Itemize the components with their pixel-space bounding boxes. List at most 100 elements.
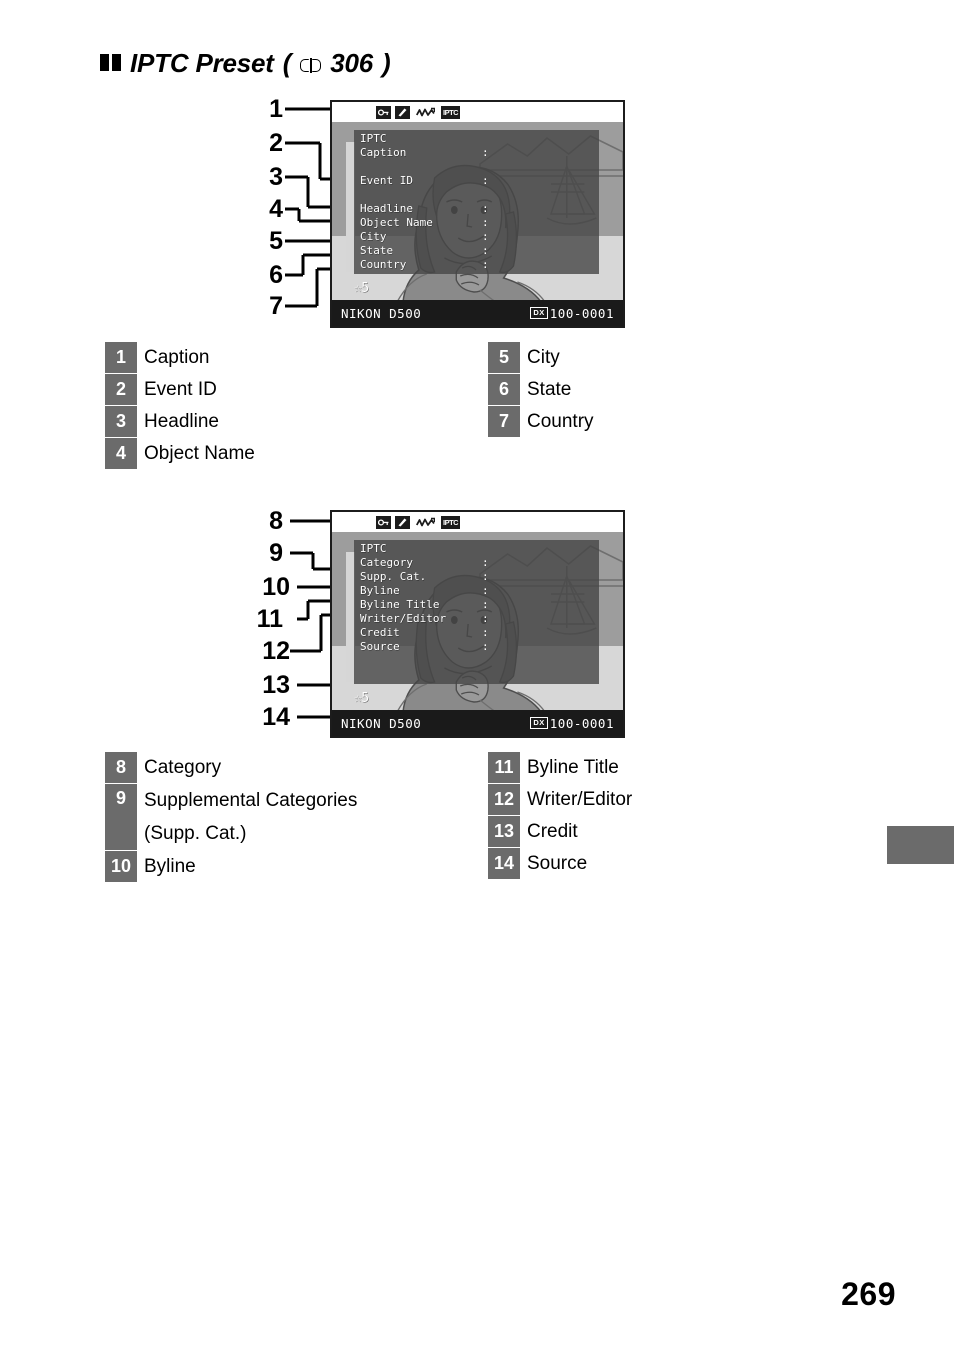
dx-format-badge-1: DX [530,307,548,319]
callout-13: 13 [262,671,290,699]
lcd-field-city: City [360,230,387,243]
legend-label-2: Event ID [144,379,217,400]
lcd-field-state: State [360,244,394,257]
callout-9: 9 [269,539,283,567]
legend-badge-3: 3 [105,406,137,437]
key-protect-icon [376,515,391,529]
page-title: IPTC Preset ( 306 ) [100,48,391,79]
list-item: 13 Credit [488,816,632,847]
list-item: 7 Country [488,406,594,437]
iptc-icon: IPTC [441,105,461,119]
list-item: 8 Category [105,752,357,783]
lcd-field-byline: Byline [360,584,400,597]
legend-badge-12: 12 [488,784,520,815]
histogram-icon [414,516,437,529]
lcd-frame-info-1: DX 100-0001 [530,306,614,321]
lcd-frame-number-2: 100-0001 [549,715,614,731]
lcd-field-writer-editor: Writer/Editor [360,612,447,625]
legend-list-two-right: 11 Byline Title 12 Writer/Editor 13 Cred… [488,752,632,880]
callout-6: 6 [269,261,283,289]
lcd-field-event-id: Event ID [360,174,413,187]
lcd-colon-country: : [482,258,489,271]
lcd-field-byline-title: Byline Title [360,598,440,611]
legend-label-13: Credit [527,821,578,842]
callout-7: 7 [269,292,283,320]
legend-badge-2: 2 [105,374,137,405]
lcd-colon-byline: : [482,584,489,597]
lcd-field-caption: Caption [360,146,407,159]
lcd-field-category: Category [360,556,413,569]
page-number: 269 [841,1276,896,1312]
legend-badge-1: 1 [105,342,137,373]
lcd-colon-credit: : [482,626,489,639]
legend-label-4: Object Name [144,443,255,464]
lcd-colon-state: : [482,244,489,257]
callout-10: 10 [262,573,290,601]
lcd-field-country: Country [360,258,407,271]
lcd-icon-bar-1: IPTC [332,102,623,122]
legend-badge-11: 11 [488,752,520,783]
lcd-colon-object-name: : [482,216,489,229]
legend-label-10: Byline [144,856,196,877]
lcd-iptc-field-overlay-2: IPTC Category : Supp. Cat. : Byline : By… [354,540,599,684]
legend-label-5: City [527,347,560,368]
list-item: 9 Supplemental Categories (Supp. Cat.) [105,784,357,850]
camera-lcd-display-1: IPTC IPTC Caption: Event ID: Headline … [330,100,625,328]
page-title-text: IPTC Preset [130,48,274,78]
lcd-colon-event-id: : [482,174,489,187]
callout-4: 4 [269,195,283,223]
reference-page: 306 [330,48,373,78]
legend-list-one-left: 1 Caption 2 Event ID 3 Headline 4 Object… [105,342,255,470]
legend-badge-13: 13 [488,816,520,847]
lcd-field-headline: Headline [360,202,413,215]
lcd-frame-number-1: 100-0001 [549,305,614,321]
legend-label-14: Source [527,853,588,874]
section-marker-icon [100,54,121,71]
legend-badge-6: 6 [488,374,520,405]
callout-5: 5 [269,227,283,255]
lcd-rating-indicator-2: ☆5 [354,691,369,706]
callout-11: 11 [256,605,283,633]
list-item: 12 Writer/Editor [488,784,632,815]
legend-label-9: Supplemental Categories (Supp. Cat.) [144,790,358,844]
lcd-camera-model-1: NIKON D500 [341,305,422,321]
list-item: 2 Event ID [105,374,255,405]
callout-1: 1 [269,95,283,123]
lcd-status-bar-2: NIKON D500 DX 100-0001 [332,710,623,736]
lcd-rating-indicator-1: ☆5 [354,281,369,296]
lcd-colon-writer-editor: : [482,612,489,625]
legend-badge-14: 14 [488,848,520,879]
callout-2: 2 [269,129,283,157]
key-protect-icon [376,105,391,119]
callout-14: 14 [262,703,290,731]
lcd-overlay-title-1: IPTC [360,132,387,145]
retouch-icon [395,515,410,529]
list-item: 4 Object Name [105,438,255,469]
lcd-colon-city: : [482,230,489,243]
legend-label-6: State [527,379,572,400]
legend-badge-5: 5 [488,342,520,373]
legend-badge-8: 8 [105,752,137,783]
list-item: 6 State [488,374,594,405]
lcd-field-credit: Credit [360,626,400,639]
legend-label-3: Headline [144,411,219,432]
list-item: 1 Caption [105,342,255,373]
legend-badge-7: 7 [488,406,520,437]
callout-numbers-1: 1 2 3 4 5 6 7 [255,95,283,335]
list-item: 11 Byline Title [488,752,632,783]
lcd-iptc-field-overlay-1: IPTC Caption : Event ID : Headline : Obj… [354,130,599,274]
lcd-colon-category: : [482,556,489,569]
legend-list-two-left: 8 Category 9 Supplemental Categories (Su… [105,752,357,883]
lcd-field-object-name: Object Name [360,216,433,229]
lcd-field-supp-cat: Supp. Cat. [360,570,427,583]
lcd-colon-caption: : [482,146,489,159]
lcd-status-bar-1: NIKON D500 DX 100-0001 [332,300,623,326]
callout-numbers-2: 8 9 10 11 12 13 14 [255,505,295,745]
list-item: 14 Source [488,848,632,879]
lcd-frame-info-2: DX 100-0001 [530,716,614,731]
legend-label-7: Country [527,411,594,432]
lcd-colon-source: : [482,640,489,653]
callout-8: 8 [269,507,283,535]
section-edge-tab [887,826,954,864]
lcd-field-source: Source [360,640,400,653]
